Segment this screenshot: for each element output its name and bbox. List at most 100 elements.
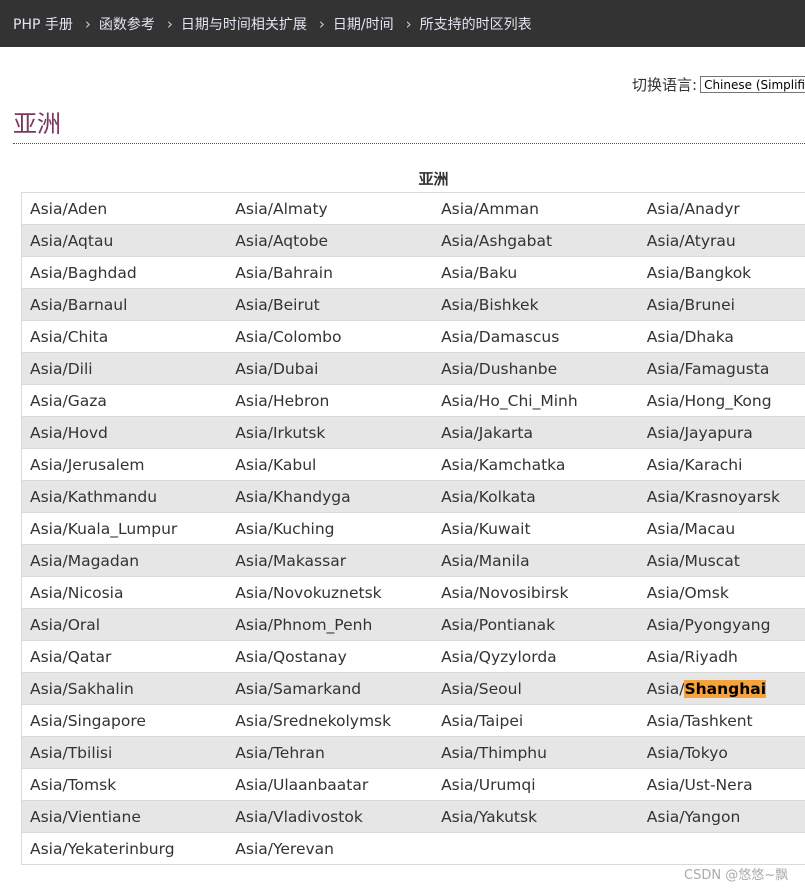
timezone-cell (433, 832, 639, 865)
timezone-cell: Asia/Baku (433, 256, 639, 289)
table-row: Asia/Vientiane Asia/Vladivostok Asia/Yakut… (21, 800, 805, 833)
timezone-cell: Asia/Jakarta (433, 416, 639, 449)
timezone-cell: Asia/Urumqi (433, 768, 639, 801)
table-row: Asia/Chita Asia/Colombo Asia/Damascus Asia/… (21, 320, 805, 353)
timezone-cell: Asia/Colombo (227, 320, 434, 353)
timezone-cell: Asia/Hebron (227, 384, 434, 417)
language-switcher: 切换语言: Chinese (Simplified) (632, 74, 805, 95)
breadcrumb: PHP 手册 › 函数参考 › 日期与时间相关扩展 › 日期/时间 › 所支持的… (0, 0, 805, 47)
timezone-cell: Asia/Yerevan (227, 832, 434, 865)
timezone-cell: Asia/Pyongyang (638, 608, 805, 641)
timezone-cell: Asia/Barnaul (21, 288, 228, 321)
timezone-cell: Asia/Vientiane (21, 800, 228, 833)
breadcrumb-date-time[interactable]: 日期/时间 (333, 14, 394, 34)
timezone-cell: Asia/Riyadh (638, 640, 805, 673)
table-row: Asia/Nicosia Asia/Novokuznetsk Asia/Novosi… (21, 576, 805, 609)
table-row: Asia/Magadan Asia/Makassar Asia/Manila Asia… (21, 544, 805, 577)
timezone-cell: Asia/Oral (21, 608, 228, 641)
table-row: Asia/Tbilisi Asia/Tehran Asia/Thimphu Asia/… (21, 736, 805, 769)
timezone-cell: Asia/Chita (21, 320, 228, 353)
timezone-cell: Asia/Samarkand (227, 672, 434, 705)
timezone-cell: Asia/Amman (433, 192, 639, 225)
table-row: Asia/Jerusalem Asia/Kabul Asia/Kamchatka As… (21, 448, 805, 481)
timezone-cell: Asia/Shanghai (638, 672, 805, 705)
timezone-table: Asia/Aden Asia/Almaty Asia/Amman Asia/Anady… (21, 192, 805, 865)
timezone-cell: Asia/Pontianak (433, 608, 639, 641)
table-row: Asia/Oral Asia/Phnom_Penh Asia/Pontianak As… (21, 608, 805, 641)
timezone-cell: Asia/Almaty (227, 192, 434, 225)
table-row: Asia/Singapore Asia/Srednekolymsk Asia/Tai… (21, 704, 805, 737)
timezone-cell: Asia/Vladivostok (227, 800, 434, 833)
timezone-cell: Asia/Singapore (21, 704, 228, 737)
table-row: Asia/Dili Asia/Dubai Asia/Dushanbe Asia/Fam… (21, 352, 805, 385)
timezone-cell: Asia/Ashgabat (433, 224, 639, 257)
chevron-right-icon: › (318, 14, 325, 33)
timezone-cell: Asia/Novokuznetsk (227, 576, 434, 609)
timezone-cell: Asia/Kabul (227, 448, 434, 481)
timezone-cell: Asia/Beirut (227, 288, 434, 321)
table-row: Asia/Baghdad Asia/Bahrain Asia/Baku Asia/Ba… (21, 256, 805, 289)
timezone-cell: Asia/Qatar (21, 640, 228, 673)
timezone-cell: Asia/Tbilisi (21, 736, 228, 769)
timezone-cell: Asia/Anadyr (638, 192, 805, 225)
timezone-cell: Asia/Kuala_Lumpur (21, 512, 228, 545)
language-select[interactable]: Chinese (Simplified) (700, 76, 805, 93)
page-title: 亚洲 (13, 110, 61, 138)
timezone-cell: Asia/Manila (433, 544, 639, 577)
table-row: Asia/Barnaul Asia/Beirut Asia/Bishkek Asia/… (21, 288, 805, 321)
timezone-cell: Asia/Yakutsk (433, 800, 639, 833)
timezone-cell: Asia/Ho_Chi_Minh (433, 384, 639, 417)
table-row: Asia/Qatar Asia/Qostanay Asia/Qyzylorda Asi… (21, 640, 805, 673)
timezone-cell: Asia/Tomsk (21, 768, 228, 801)
timezone-cell: Asia/Srednekolymsk (227, 704, 434, 737)
timezone-cell: Asia/Ulaanbaatar (227, 768, 434, 801)
timezone-cell: Asia/Kamchatka (433, 448, 639, 481)
timezone-cell: Asia/Kolkata (433, 480, 639, 513)
timezone-cell: Asia/Dili (21, 352, 228, 385)
timezone-cell: Asia/Makassar (227, 544, 434, 577)
timezone-cell: Asia/Tokyo (638, 736, 805, 769)
breadcrumb-timezone-list[interactable]: 所支持的时区列表 (420, 14, 532, 34)
table-row: Asia/Kathmandu Asia/Khandyga Asia/Kolkata A… (21, 480, 805, 513)
breadcrumb-function-reference[interactable]: 函数参考 (99, 14, 155, 34)
timezone-cell: Asia/Karachi (638, 448, 805, 481)
timezone-cell: Asia/Qyzylorda (433, 640, 639, 673)
table-row: Asia/Sakhalin Asia/Samarkand Asia/Seoul Asi… (21, 672, 805, 705)
timezone-cell: Asia/Dubai (227, 352, 434, 385)
table-row: Asia/Aden Asia/Almaty Asia/Amman Asia/Anady… (21, 192, 805, 225)
table-row: Asia/Gaza Asia/Hebron Asia/Ho_Chi_Minh Asia… (21, 384, 805, 417)
timezone-cell: Asia/Aden (21, 192, 228, 225)
timezone-cell (638, 832, 805, 865)
timezone-cell: Asia/Sakhalin (21, 672, 228, 705)
timezone-cell: Asia/Dhaka (638, 320, 805, 353)
timezone-cell: Asia/Seoul (433, 672, 639, 705)
timezone-cell: Asia/Bangkok (638, 256, 805, 289)
table-row: Asia/Kuala_Lumpur Asia/Kuching Asia/Kuwait… (21, 512, 805, 545)
chevron-right-icon: › (84, 14, 91, 33)
table-row: Asia/Tomsk Asia/Ulaanbaatar Asia/Urumqi Asi… (21, 768, 805, 801)
timezone-cell: Asia/Magadan (21, 544, 228, 577)
timezone-cell: Asia/Khandyga (227, 480, 434, 513)
title-divider (13, 143, 805, 144)
timezone-cell: Asia/Macau (638, 512, 805, 545)
timezone-cell: Asia/Krasnoyarsk (638, 480, 805, 513)
timezone-cell: Asia/Atyrau (638, 224, 805, 257)
timezone-cell: Asia/Brunei (638, 288, 805, 321)
chevron-right-icon: › (166, 14, 173, 33)
timezone-cell: Asia/Aqtobe (227, 224, 434, 257)
breadcrumb-date-time-extensions[interactable]: 日期与时间相关扩展 (181, 14, 307, 34)
timezone-cell: Asia/Omsk (638, 576, 805, 609)
timezone-cell: Asia/Muscat (638, 544, 805, 577)
timezone-cell: Asia/Famagusta (638, 352, 805, 385)
breadcrumb-php-manual[interactable]: PHP 手册 (13, 14, 73, 34)
timezone-cell: Asia/Novosibirsk (433, 576, 639, 609)
table-row: Asia/Hovd Asia/Irkutsk Asia/Jakarta Asia/Ja… (21, 416, 805, 449)
timezone-cell: Asia/Taipei (433, 704, 639, 737)
table-row: Asia/Yekaterinburg Asia/Yerevan (21, 832, 805, 865)
timezone-cell: Asia/Tashkent (638, 704, 805, 737)
timezone-cell: Asia/Hovd (21, 416, 228, 449)
timezone-cell: Asia/Phnom_Penh (227, 608, 434, 641)
timezone-cell: Asia/Kuching (227, 512, 434, 545)
timezone-cell: Asia/Aqtau (21, 224, 228, 257)
language-label: 切换语言: (632, 76, 698, 94)
